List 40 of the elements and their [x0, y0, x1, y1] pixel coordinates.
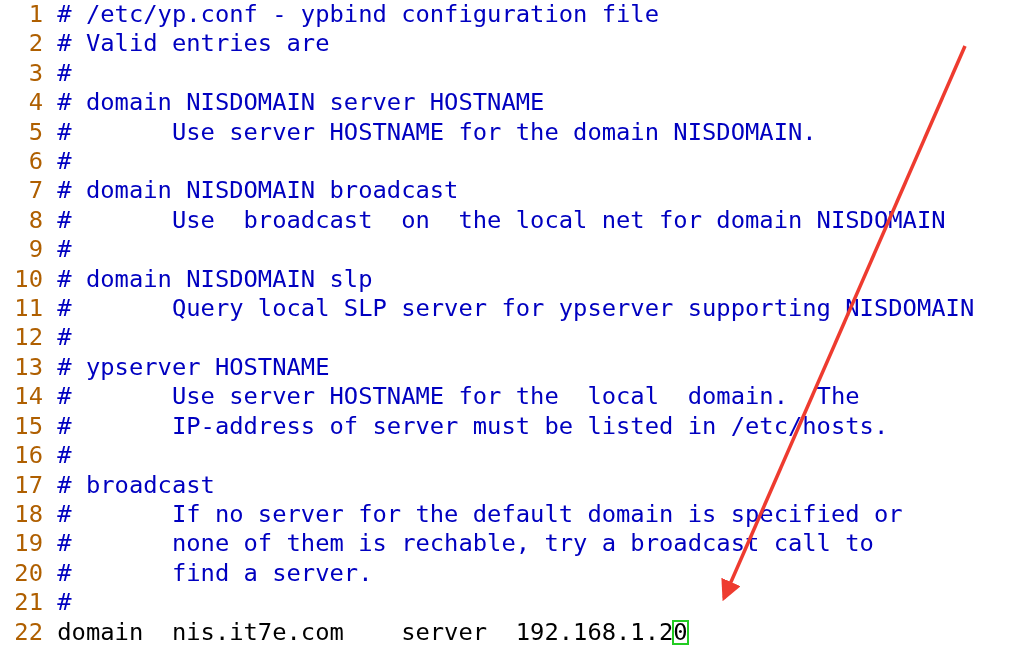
line-number: 3	[27, 61, 43, 86]
comment-text: #	[57, 444, 72, 468]
comment-text: # find a server.	[57, 561, 373, 586]
line-number: 19	[13, 532, 43, 557]
line-number: 8	[27, 208, 43, 233]
line-number: 15	[13, 414, 43, 439]
line-number: 1	[27, 2, 43, 27]
line-number: 18	[13, 503, 43, 527]
line-number: 2	[27, 32, 43, 57]
line-number: 10	[13, 267, 43, 292]
comment-text: #	[57, 149, 72, 174]
line-number: 11	[13, 297, 43, 321]
comment-text: # ypserver HOSTNAME	[57, 355, 330, 380]
line-number: 9	[27, 238, 43, 262]
code-text: domain nis.it7e.com server 192.168.1.2	[57, 620, 674, 645]
comment-text: #	[57, 326, 72, 351]
comment-text: # domain NISDOMAIN broadcast	[57, 179, 459, 204]
comment-text: # domain NISDOMAIN slp	[57, 267, 373, 292]
line-number: 21	[13, 591, 43, 616]
line-number: 6	[27, 149, 43, 174]
comment-text: # /etc/yp.conf - ypbind configuration file	[57, 2, 660, 27]
line-number: 5	[27, 120, 43, 145]
comment-text: #	[57, 61, 72, 86]
line-number: 12	[13, 326, 43, 351]
text-cursor: 0	[673, 620, 688, 645]
comment-text: # domain NISDOMAIN server HOSTNAME	[57, 91, 545, 115]
line-number: 17	[13, 473, 43, 498]
comment-text: # broadcast	[57, 473, 215, 498]
line-number: 4	[27, 91, 43, 115]
comment-text: # Valid entries are	[57, 32, 330, 57]
comment-text: #	[57, 238, 72, 262]
comment-text: #	[57, 591, 72, 616]
line-number: 22	[13, 620, 43, 645]
comment-text: # Use server HOSTNAME for the domain NISDOMAIN.	[57, 120, 817, 145]
line-number: 14	[13, 385, 43, 410]
line-number: 7	[27, 179, 43, 204]
line-number: 20	[13, 561, 43, 586]
line-number: 16	[13, 444, 43, 468]
line-number: 13	[13, 355, 43, 380]
comment-text: # Use server HOSTNAME for the local domain. The	[57, 385, 860, 410]
